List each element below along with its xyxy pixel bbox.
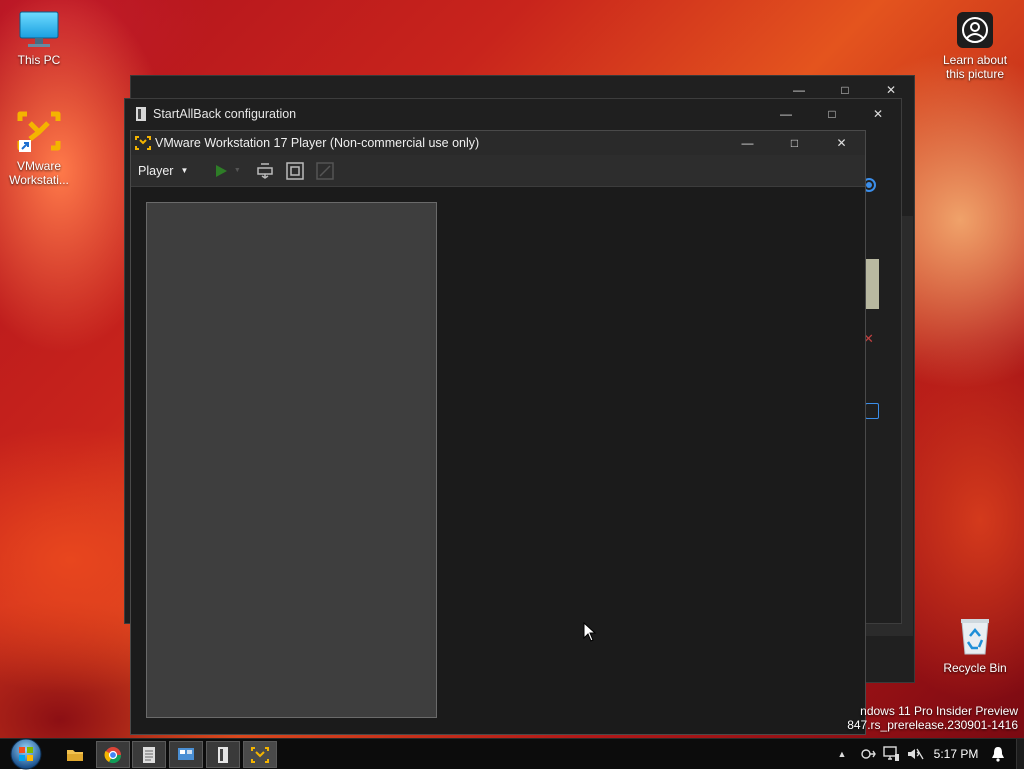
close-icon[interactable]: ✕ [818,131,865,155]
window-title: VMware Workstation 17 Player (Non-commer… [155,136,480,150]
control-panel-icon[interactable] [169,741,203,768]
play-icon[interactable] [210,160,232,182]
desktop-icon-label: Recycle Bin [943,661,1007,675]
maximize-icon[interactable]: □ [809,99,855,129]
vmware-icon[interactable] [243,741,277,768]
start-orb-icon[interactable] [8,737,44,771]
maximize-icon[interactable]: □ [771,131,818,155]
chevron-up-icon[interactable]: ▲ [834,739,850,769]
vmware-titlebar: VMware Workstation 17 Player (Non-commer… [131,131,865,155]
vmware-window[interactable]: VMware Workstation 17 Player (Non-commer… [130,130,866,735]
send-ctrl-alt-del-icon[interactable] [254,160,276,182]
desktop-icon-learn-about-picture[interactable]: Learn about this picture [938,10,1012,81]
play-dropdown-icon[interactable]: ▼ [232,160,242,182]
unity-icon [314,160,336,182]
notepad-icon[interactable] [132,741,166,768]
watermark-line-2: 847.rs_prerelease.230901-1416 [847,718,1018,732]
chrome-icon[interactable] [96,741,130,768]
chevron-down-icon: ▼ [180,166,189,175]
preview-image-fragment [865,259,879,309]
desktop: This PC VMware Workstati... Learn about … [0,0,1024,738]
player-menu-label: Player [138,163,174,178]
desktop-icon-vmware-workstation[interactable]: VMware Workstati... [4,106,74,187]
minimize-icon[interactable]: — [724,131,771,155]
desktop-icon-label: This PC [17,53,61,67]
os-watermark: ndows 11 Pro Insider Preview 847.rs_prer… [847,704,1018,732]
desktop-icon-recycle-bin[interactable]: Recycle Bin [938,616,1012,675]
link-icon[interactable] [865,403,879,419]
desktop-icon-this-pc[interactable]: This PC [6,10,72,67]
vmware-logo-icon [135,136,151,150]
vmware-toolbar: Player ▼ ▼ [131,155,865,187]
startallback-icon[interactable] [206,741,240,768]
recycle-bin-icon [961,619,989,655]
startallback-titlebar: StartAllBack configuration — □ ✕ [125,99,901,129]
usb-icon[interactable] [858,739,878,769]
taskbar-clock[interactable]: 5:17 PM [928,739,984,769]
monitor-icon [19,11,59,47]
watermark-line-1: ndows 11 Pro Insider Preview [860,704,1018,718]
desktop-icon-label: Learn about this picture [942,53,1008,81]
mouse-cursor-icon [583,622,597,642]
vm-library-panel[interactable] [146,202,437,718]
fullscreen-icon[interactable] [284,160,306,182]
close-icon[interactable]: ✕ [855,99,901,129]
taskbar: ▲ 5:17 PM [0,737,1024,771]
notifications-bell-icon[interactable] [988,739,1008,769]
file-explorer-icon[interactable] [58,741,92,768]
player-menu-button[interactable]: Player ▼ [138,164,188,178]
window-title: StartAllBack configuration [153,107,297,121]
volume-muted-icon[interactable] [904,739,926,769]
camera-circle-icon [957,12,993,48]
show-desktop-button[interactable] [1016,739,1024,769]
desktop-icon-label: VMware Workstati... [9,159,69,187]
vmware-logo-icon [17,111,61,152]
startallback-icon [136,107,146,121]
network-icon[interactable] [880,739,902,769]
minimize-icon[interactable]: — [763,99,809,129]
